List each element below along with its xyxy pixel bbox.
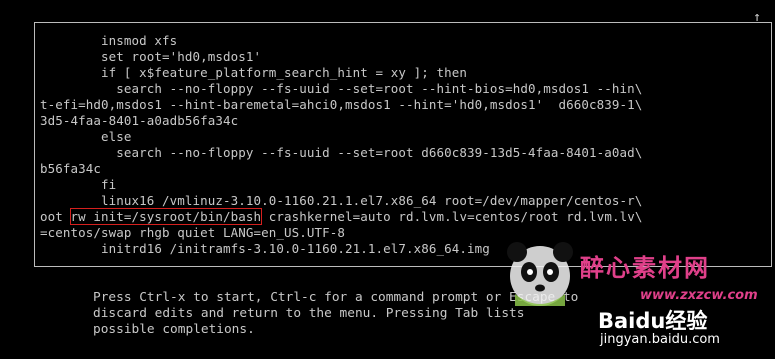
editor-line[interactable]: initrd16 /initramfs-3.10.0-1160.21.1.el7… xyxy=(40,241,490,257)
editor-line-kernel-args[interactable]: oot rw init=/sysroot/bin/bash crashkerne… xyxy=(40,208,643,225)
scroll-up-arrow-icon: ↑ xyxy=(753,10,761,25)
kernel-args-prefix: oot xyxy=(40,209,71,224)
kernel-args-suffix: crashkernel=auto rd.lvm.lv=centos/root r… xyxy=(261,209,643,224)
baidu-watermark: Baidu经验 xyxy=(598,309,708,333)
editor-line[interactable]: set root='hd0,msdos1' xyxy=(40,49,261,65)
editor-line[interactable]: 3d5-4faa-8401-a0adb56fa34c xyxy=(40,113,238,129)
editor-line[interactable]: if [ x$feature_platform_search_hint = xy… xyxy=(40,65,467,81)
baidu-watermark-url: jingyan.baidu.com xyxy=(600,332,720,347)
help-text-line: possible completions. xyxy=(93,322,255,337)
watermark-url: www.zxzcw.com xyxy=(640,288,758,303)
grub-edit-screen: ↑ insmod xfs set root='hd0,msdos1' if [ … xyxy=(0,0,775,359)
editor-line[interactable]: linux16 /vmlinuz-3.10.0-1160.21.1.el7.x8… xyxy=(40,193,642,209)
editor-line[interactable]: insmod xfs xyxy=(40,33,177,49)
editor-line[interactable]: t-efi=hd0,msdos1 --hint-baremetal=ahci0,… xyxy=(40,97,642,113)
editor-line[interactable]: =centos/swap rhgb quiet LANG=en_US.UTF-8 xyxy=(40,225,345,241)
editor-line[interactable]: search --no-floppy --fs-uuid --set=root … xyxy=(40,81,642,97)
panda-logo-icon xyxy=(507,242,573,306)
help-text-line: discard edits and return to the menu. Pr… xyxy=(93,306,525,321)
editor-line[interactable]: b56fa34c xyxy=(40,161,101,177)
watermark-text: 醉心素材网 xyxy=(580,254,710,282)
editor-line[interactable]: search --no-floppy --fs-uuid --set=root … xyxy=(40,145,642,161)
editor-line[interactable]: else xyxy=(40,129,132,145)
editor-line[interactable]: fi xyxy=(40,177,116,193)
init-bash-highlight: rw init=/sysroot/bin/bash xyxy=(69,208,263,225)
